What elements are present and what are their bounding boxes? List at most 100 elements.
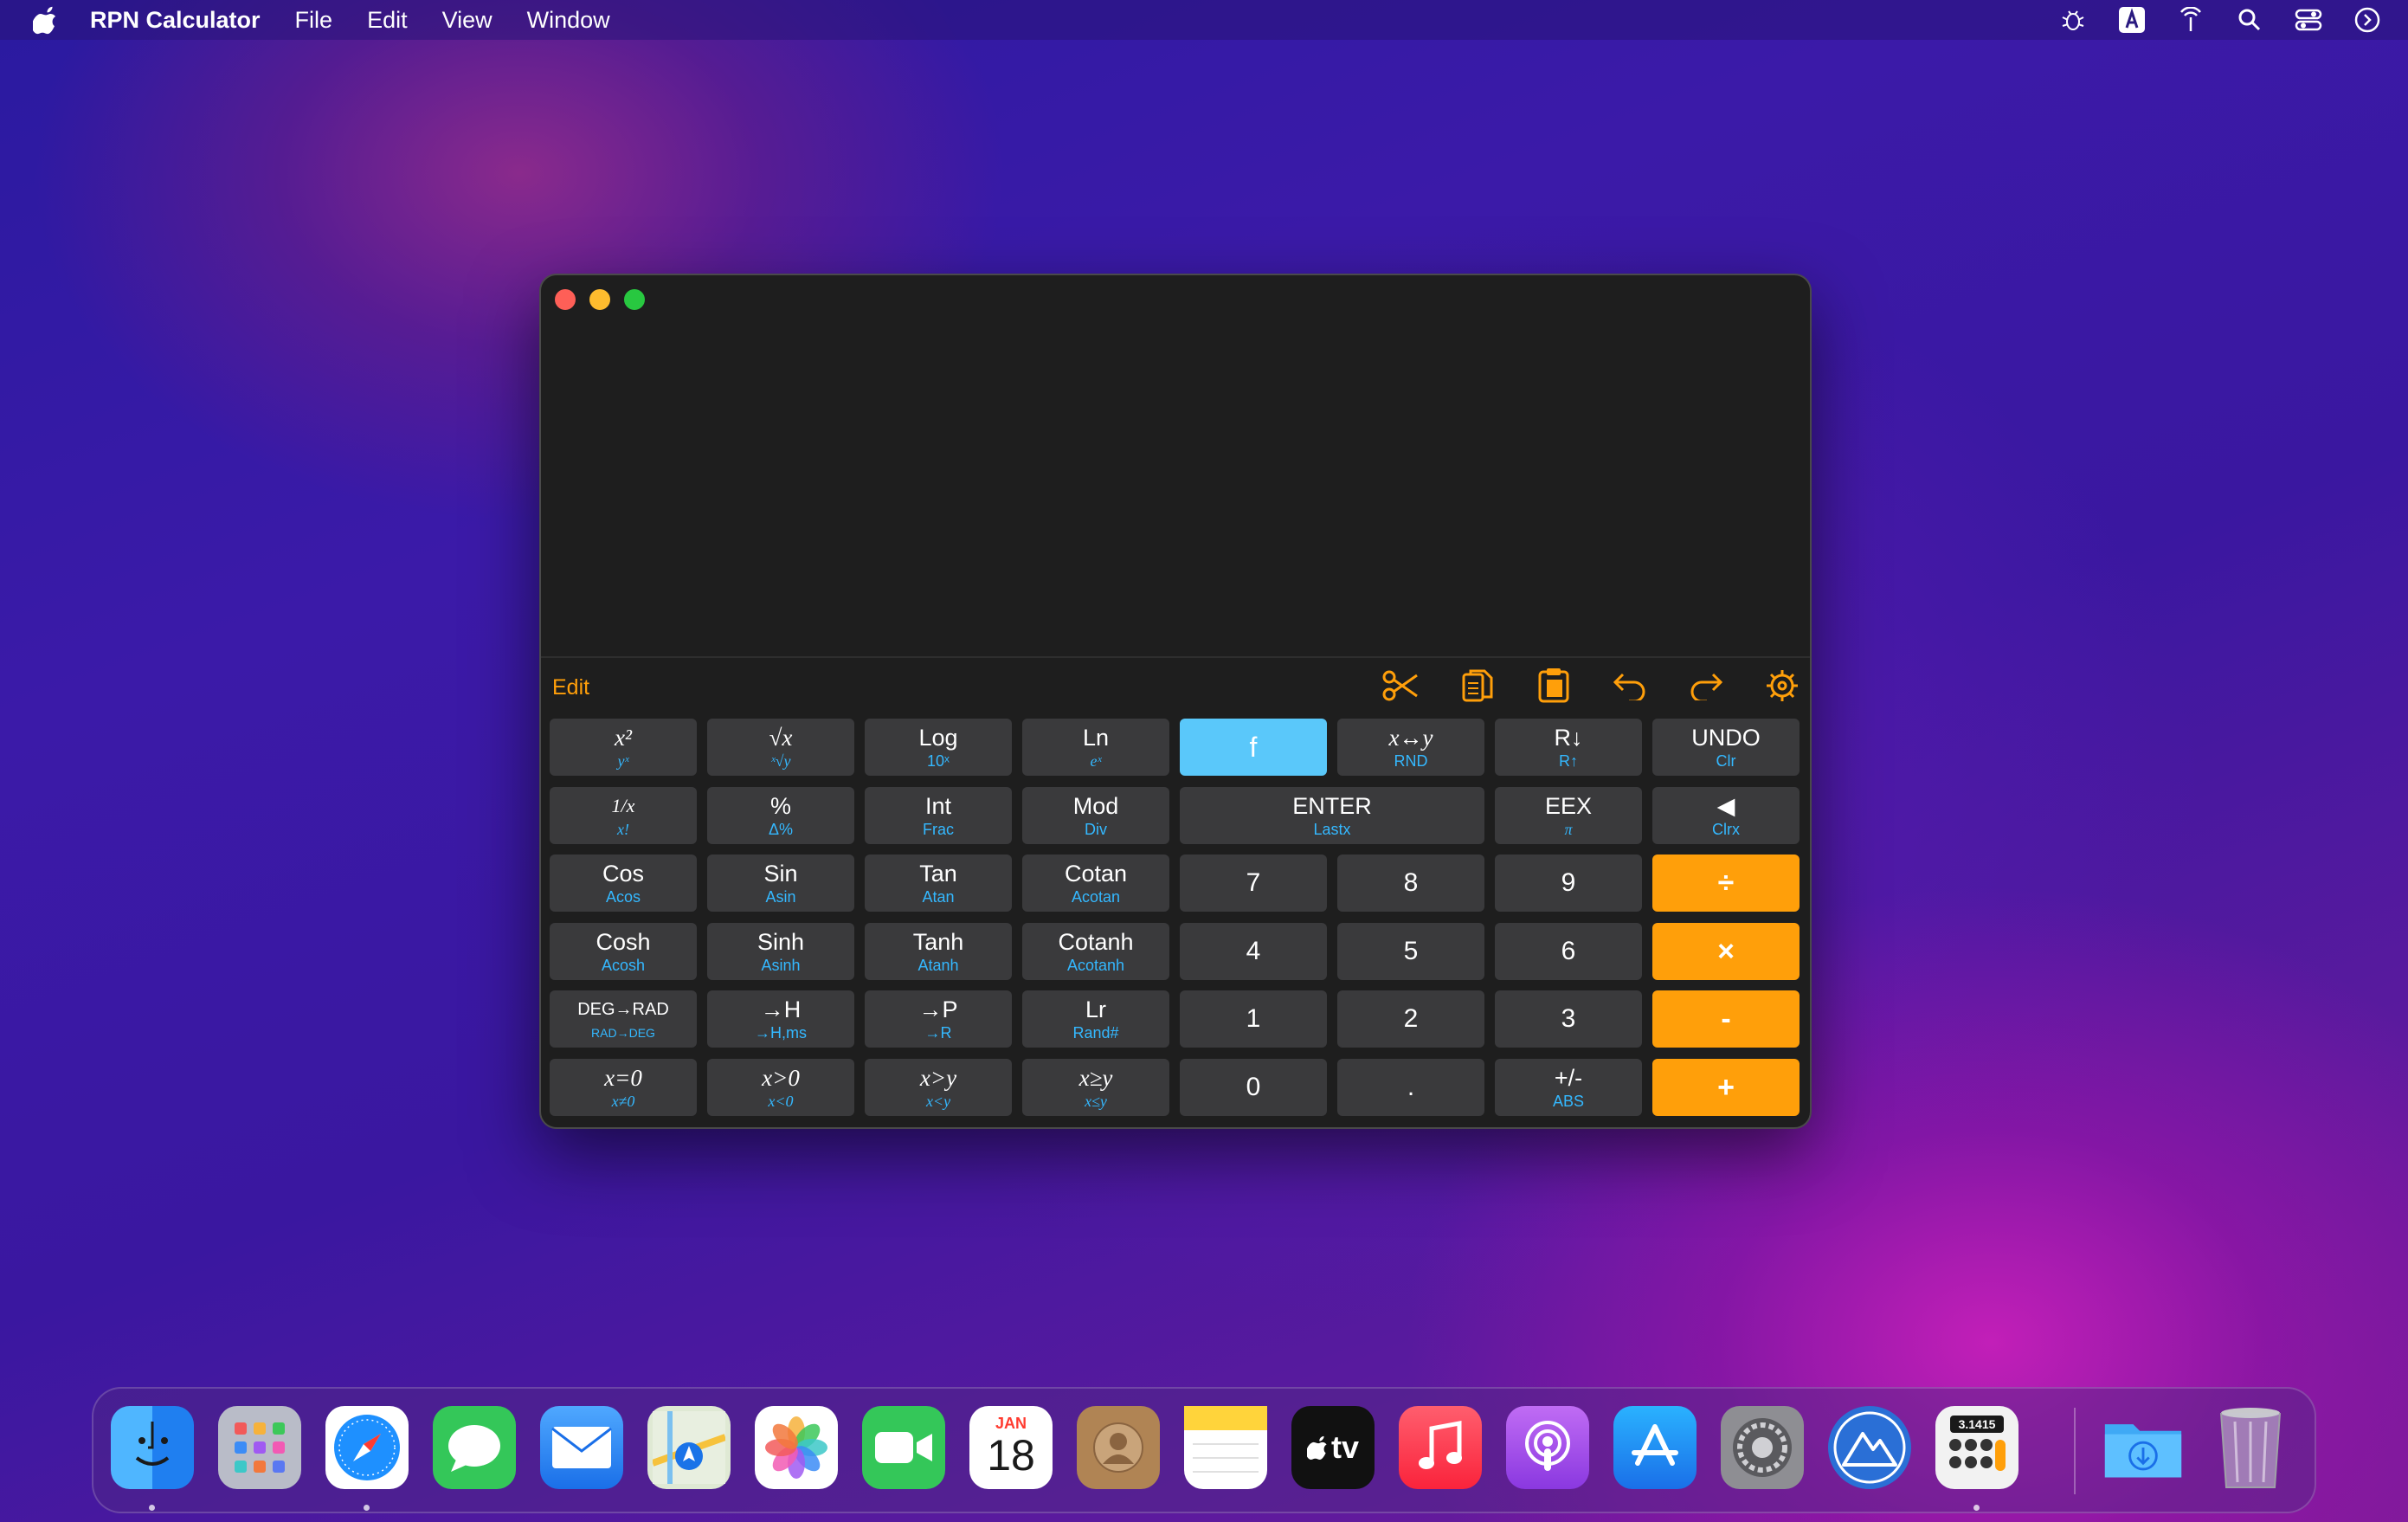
key-ln[interactable]: Ln eˣ (1022, 719, 1169, 776)
key-5[interactable]: 5 (1337, 923, 1484, 980)
key-sin[interactable]: Sin Asin (707, 855, 854, 912)
undo-icon[interactable] (1611, 667, 1649, 705)
system-settings-icon[interactable] (1721, 1406, 1804, 1489)
key-x-gt-0[interactable]: x>0 x<0 (707, 1059, 854, 1116)
control-center-icon[interactable] (2294, 5, 2323, 35)
key-undo[interactable]: UNDO Clr (1652, 719, 1800, 776)
mountain-app-icon[interactable] (1828, 1406, 1911, 1489)
key-int[interactable]: Int Frac (865, 787, 1012, 844)
key-8[interactable]: 8 (1337, 855, 1484, 912)
siri-icon[interactable] (2353, 5, 2382, 35)
minimize-button[interactable] (589, 289, 610, 310)
key-roll-down[interactable]: R↓ R↑ (1495, 719, 1642, 776)
apple-icon[interactable] (31, 5, 59, 35)
trash-icon[interactable] (2209, 1406, 2292, 1489)
key-sublabel: →H,ms (755, 1024, 807, 1042)
paste-icon[interactable] (1535, 667, 1573, 705)
menu-view[interactable]: View (442, 7, 493, 34)
key-tan[interactable]: Tan Atan (865, 855, 1012, 912)
key-label: 8 (1403, 868, 1419, 897)
maps-icon[interactable] (647, 1406, 731, 1489)
apple-tv-icon[interactable]: tv (1291, 1406, 1375, 1489)
key-6[interactable]: 6 (1495, 923, 1642, 980)
key-change-sign[interactable]: +/- ABS (1495, 1059, 1642, 1116)
key-sublabel: ABS (1552, 1093, 1585, 1110)
app-name-menu[interactable]: RPN Calculator (90, 7, 261, 34)
contacts-icon[interactable] (1077, 1406, 1160, 1489)
key-percent[interactable]: % Δ% (707, 787, 854, 844)
key-lr[interactable]: Lr Rand# (1022, 990, 1169, 1048)
key-decimal[interactable]: . (1337, 1059, 1484, 1116)
photos-icon[interactable] (755, 1406, 838, 1489)
key-f[interactable]: f (1180, 719, 1327, 776)
facetime-icon[interactable] (862, 1406, 945, 1489)
key-deg-rad[interactable]: DEG→RAD RAD→DEG (550, 990, 697, 1048)
copy-icon[interactable] (1458, 667, 1497, 705)
dock: JAN 18 tv 3.1415 (92, 1387, 2316, 1513)
key-enter[interactable]: ENTER Lastx (1180, 787, 1484, 844)
finder-icon[interactable] (111, 1406, 194, 1489)
downloads-folder-icon[interactable] (2102, 1406, 2185, 1489)
calendar-icon[interactable]: JAN 18 (969, 1406, 1053, 1489)
settings-icon[interactable] (1763, 667, 1801, 705)
key-9[interactable]: 9 (1495, 855, 1642, 912)
key-x-gt-y[interactable]: x>y x<y (865, 1059, 1012, 1116)
safari-icon[interactable] (325, 1406, 409, 1489)
key-multiply[interactable]: × (1652, 923, 1800, 980)
key-cosh[interactable]: Cosh Acosh (550, 923, 697, 980)
close-button[interactable] (555, 289, 576, 310)
key-cos[interactable]: Cos Acos (550, 855, 697, 912)
redo-icon[interactable] (1687, 667, 1725, 705)
key-tanh[interactable]: Tanh Atanh (865, 923, 1012, 980)
calendar-month: JAN (995, 1414, 1027, 1432)
menu-file[interactable]: File (295, 7, 333, 34)
app-store-icon[interactable] (1613, 1406, 1697, 1489)
key-divide[interactable]: ÷ (1652, 855, 1800, 912)
key-reciprocal[interactable]: 1/x x! (550, 787, 697, 844)
key-label: × (1717, 935, 1735, 968)
key-sublabel: RND (1394, 752, 1428, 770)
messages-icon[interactable] (433, 1406, 516, 1489)
notes-icon[interactable] (1184, 1406, 1267, 1489)
launchpad-icon[interactable] (218, 1406, 301, 1489)
key-4[interactable]: 4 (1180, 923, 1327, 980)
key-x-squared[interactable]: x² yˣ (550, 719, 697, 776)
search-icon[interactable] (2235, 5, 2264, 35)
input-source-icon[interactable] (2117, 5, 2147, 35)
key-sublabel: x≤y (1085, 1093, 1107, 1110)
key-swap[interactable]: x↔y RND (1337, 719, 1484, 776)
edit-button[interactable]: Edit (552, 675, 589, 700)
key-label: Log (918, 725, 958, 751)
menu-edit[interactable]: Edit (367, 7, 408, 34)
menu-window[interactable]: Window (527, 7, 610, 34)
key-backspace[interactable]: ◀ Clrx (1652, 787, 1800, 844)
key-to-polar[interactable]: →P →R (865, 990, 1012, 1048)
scissors-icon[interactable] (1382, 667, 1420, 705)
key-2[interactable]: 2 (1337, 990, 1484, 1048)
music-icon[interactable] (1399, 1406, 1482, 1489)
key-cotanh[interactable]: Cotanh Acotanh (1022, 923, 1169, 980)
key-sinh[interactable]: Sinh Asinh (707, 923, 854, 980)
antenna-icon[interactable] (2176, 5, 2205, 35)
key-subtract[interactable]: - (1652, 990, 1800, 1048)
podcasts-icon[interactable] (1506, 1406, 1589, 1489)
key-mod[interactable]: Mod Div (1022, 787, 1169, 844)
key-eex[interactable]: EEX π (1495, 787, 1642, 844)
key-label: Cosh (596, 929, 651, 955)
key-cotan[interactable]: Cotan Acotan (1022, 855, 1169, 912)
key-sqrt[interactable]: √x ˣ√y (707, 719, 854, 776)
key-7[interactable]: 7 (1180, 855, 1327, 912)
key-add[interactable]: + (1652, 1059, 1800, 1116)
key-1[interactable]: 1 (1180, 990, 1327, 1048)
key-x-eq-0[interactable]: x=0 x≠0 (550, 1059, 697, 1116)
bug-icon[interactable] (2058, 5, 2088, 35)
key-log[interactable]: Log 10ˣ (865, 719, 1012, 776)
key-0[interactable]: 0 (1180, 1059, 1327, 1116)
rpn-calculator-dock-icon[interactable]: 3.1415 (1935, 1406, 2018, 1489)
zoom-button[interactable] (624, 289, 645, 310)
key-x-ge-y[interactable]: x≥y x≤y (1022, 1059, 1169, 1116)
key-label: 7 (1246, 868, 1261, 897)
key-3[interactable]: 3 (1495, 990, 1642, 1048)
mail-icon[interactable] (540, 1406, 623, 1489)
key-to-hours[interactable]: →H →H,ms (707, 990, 854, 1048)
